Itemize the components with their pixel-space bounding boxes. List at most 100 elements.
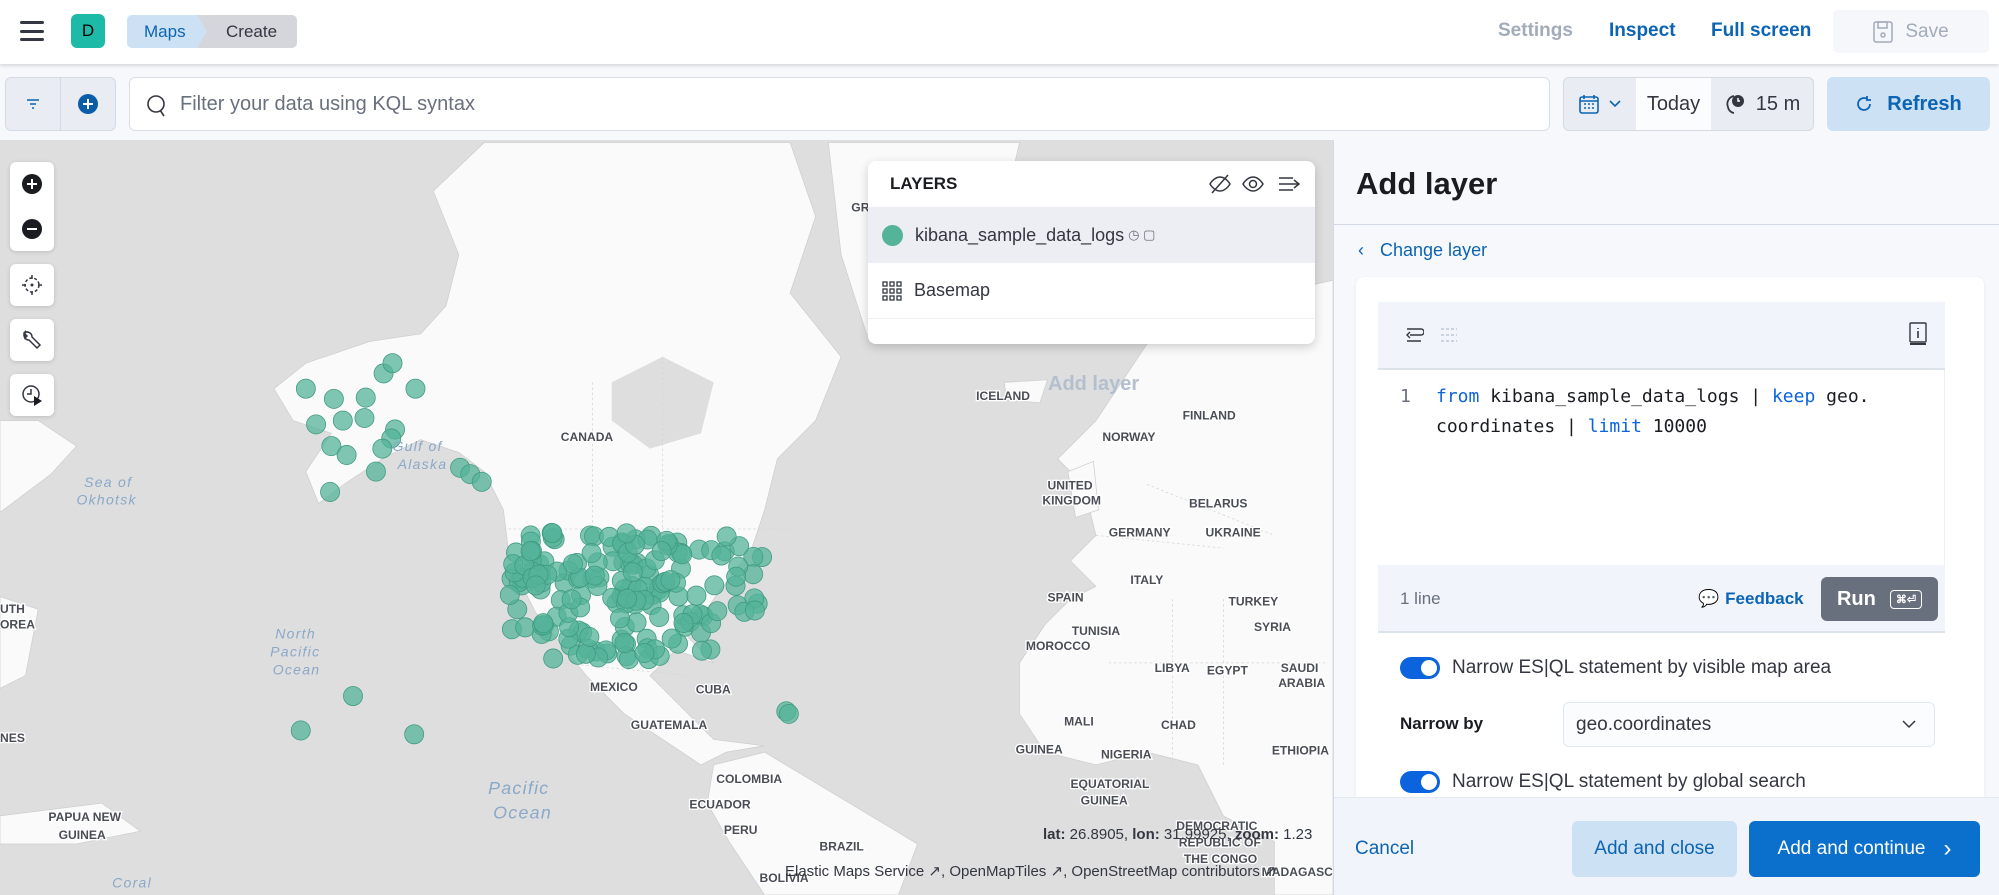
data-point[interactable] — [622, 562, 643, 583]
attribution-link[interactable]: OpenMapTiles — [949, 863, 1046, 880]
data-point[interactable] — [691, 640, 712, 661]
data-point[interactable] — [354, 408, 375, 428]
run-button[interactable]: Run ⌘⏎ — [1821, 577, 1938, 621]
data-point[interactable] — [563, 553, 583, 574]
data-point[interactable] — [614, 633, 635, 653]
data-point[interactable] — [661, 628, 682, 649]
data-point[interactable] — [372, 438, 393, 459]
data-point[interactable] — [295, 378, 316, 399]
data-point[interactable] — [520, 541, 541, 562]
data-point[interactable] — [405, 378, 426, 399]
data-point[interactable] — [575, 643, 596, 664]
fit-to-data-button[interactable] — [10, 264, 54, 306]
kql-search-input[interactable]: Filter your data using KQL syntax — [129, 77, 1550, 131]
add-and-continue-button[interactable]: Add and continue › — [1749, 821, 1980, 877]
data-point[interactable] — [525, 575, 546, 596]
full-screen-link[interactable]: Full screen — [1711, 20, 1811, 42]
data-point[interactable] — [561, 589, 582, 610]
data-point[interactable] — [515, 617, 536, 638]
data-point[interactable] — [626, 612, 647, 633]
data-point[interactable] — [471, 471, 492, 492]
zoom-in-icon[interactable] — [21, 173, 43, 195]
layer-item[interactable]: Basemap — [868, 263, 1315, 319]
tools-button[interactable] — [10, 319, 54, 361]
data-point[interactable] — [320, 482, 341, 502]
data-point[interactable] — [543, 648, 564, 669]
data-point[interactable] — [366, 461, 386, 482]
data-point[interactable] — [673, 613, 694, 633]
timeslider-button[interactable] — [10, 374, 54, 416]
data-point[interactable] — [542, 523, 563, 544]
narrow-by-map-toggle[interactable] — [1400, 657, 1440, 679]
filter-menu-button[interactable] — [6, 78, 61, 130]
change-layer-link[interactable]: ‹ Change layer — [1358, 240, 1487, 261]
attribution-link[interactable]: OpenStreetMap contributors — [1071, 863, 1259, 880]
feedback-link[interactable]: 💬 Feedback — [1698, 589, 1804, 609]
collapse-layers-icon[interactable] — [1278, 174, 1300, 194]
prettify-icon[interactable] — [1440, 326, 1458, 344]
data-point[interactable] — [726, 566, 747, 587]
data-point[interactable] — [649, 607, 670, 628]
layer-name: kibana_sample_data_logs — [915, 224, 1125, 245]
data-point[interactable] — [686, 585, 707, 606]
data-point[interactable] — [704, 575, 725, 596]
data-point[interactable] — [634, 643, 655, 664]
hide-all-layers-icon[interactable] — [1208, 173, 1232, 195]
data-point[interactable] — [716, 526, 737, 547]
data-point[interactable] — [617, 588, 637, 609]
data-point[interactable] — [584, 565, 605, 586]
layer-control: LAYERS kibana_sample_data_logs ◷ ▢ Basem… — [868, 161, 1315, 344]
cancel-button[interactable]: Cancel — [1355, 838, 1414, 860]
layer-item[interactable]: kibana_sample_data_logs ◷ ▢ — [868, 207, 1315, 263]
data-point[interactable] — [323, 388, 344, 409]
date-quick-menu-button[interactable] — [1564, 78, 1636, 130]
data-point[interactable] — [778, 703, 799, 724]
zoom-out-icon[interactable] — [21, 218, 43, 240]
data-point[interactable] — [651, 541, 672, 562]
attribution-link[interactable]: Elastic Maps Service — [785, 863, 924, 880]
code-text: 10000 — [1641, 416, 1707, 437]
data-point[interactable] — [610, 608, 630, 629]
add-and-close-button[interactable]: Add and close — [1572, 821, 1737, 877]
space-avatar[interactable]: D — [71, 14, 105, 48]
code-editor[interactable]: 1 from kibana_sample_data_logs | keep ge… — [1378, 370, 1945, 565]
data-point[interactable] — [579, 627, 600, 647]
auto-refresh-button[interactable]: 15 m — [1711, 78, 1813, 130]
date-range-today[interactable]: Today — [1636, 78, 1711, 130]
water-label: Ocean — [273, 661, 321, 677]
feedback-icon: 💬 — [1698, 589, 1720, 608]
add-filter-button[interactable] — [61, 78, 115, 130]
map-label: NIGERIA — [1101, 748, 1152, 762]
map-label: GUINEA — [1081, 793, 1128, 807]
documentation-icon[interactable] — [1908, 322, 1928, 346]
data-point[interactable] — [660, 570, 681, 591]
map-label: SAUDI — [1281, 661, 1319, 675]
inspect-link[interactable]: Inspect — [1609, 20, 1676, 42]
data-point[interactable] — [343, 686, 363, 706]
data-point[interactable] — [707, 601, 728, 622]
data-point[interactable] — [336, 445, 357, 465]
settings-link[interactable]: Settings — [1498, 20, 1573, 42]
data-point[interactable] — [404, 724, 425, 745]
breadcrumb-maps[interactable]: Maps — [127, 15, 207, 48]
data-point[interactable] — [290, 720, 311, 741]
data-point[interactable] — [533, 613, 554, 634]
data-point[interactable] — [382, 353, 403, 374]
narrow-by-search-toggle[interactable] — [1400, 771, 1440, 793]
save-button[interactable]: Save — [1833, 10, 1989, 53]
wrap-lines-icon[interactable] — [1406, 326, 1424, 344]
data-point[interactable] — [355, 387, 376, 408]
data-point[interactable] — [306, 414, 326, 435]
refresh-button[interactable]: Refresh — [1827, 77, 1990, 131]
data-point[interactable] — [581, 543, 602, 564]
narrow-by-select[interactable]: geo.coordinates — [1563, 702, 1935, 747]
divider — [1334, 224, 1999, 225]
menu-icon[interactable] — [20, 21, 44, 41]
show-all-layers-icon[interactable] — [1241, 173, 1265, 195]
data-point[interactable] — [616, 523, 637, 544]
data-point[interactable] — [499, 584, 520, 605]
data-point[interactable] — [332, 410, 353, 431]
map-label: FINLAND — [1183, 408, 1236, 422]
data-point[interactable] — [711, 545, 732, 566]
data-point[interactable] — [744, 600, 765, 621]
